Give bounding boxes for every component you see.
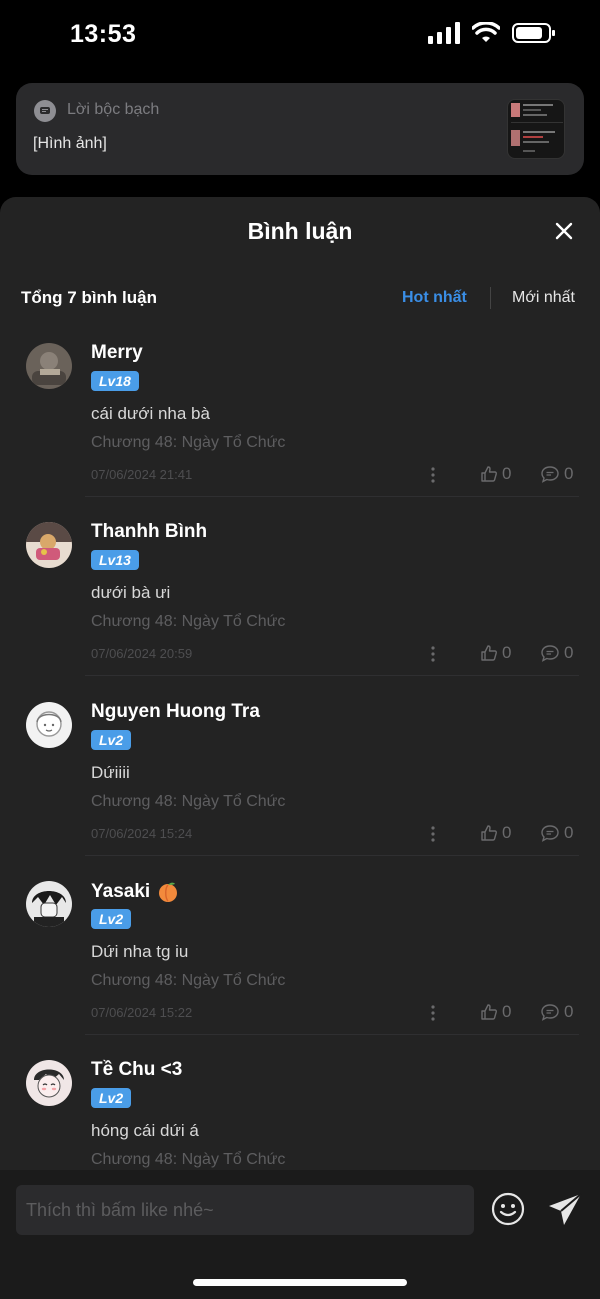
- like-button[interactable]: 0: [480, 464, 511, 484]
- like-button[interactable]: 0: [480, 1002, 511, 1022]
- comment-username[interactable]: Tề Chu <3: [91, 1059, 182, 1081]
- like-count: 0: [502, 464, 512, 483]
- comment-item: Merry Lv18 cái dưới nha bà Chương 48: Ng…: [0, 340, 600, 519]
- comment-divider: [85, 496, 579, 497]
- avatar[interactable]: [26, 1060, 72, 1107]
- send-icon[interactable]: [546, 1191, 584, 1229]
- comment-chapter[interactable]: Chương 48: Ngày Tổ Chức: [91, 793, 285, 811]
- comment-bubble-icon: [541, 824, 559, 842]
- more-options-icon[interactable]: [428, 824, 438, 844]
- comment-date: 07/06/2024 21:41: [91, 467, 193, 482]
- comment-username[interactable]: Thanhh Bình: [91, 521, 207, 543]
- comment-username[interactable]: Yasaki: [91, 880, 180, 904]
- comment-text: Dứi nha tg iu: [91, 941, 189, 961]
- thumbs-up-icon: [481, 1004, 497, 1020]
- level-badge: Lv2: [91, 908, 132, 929]
- reply-count: 0: [564, 643, 574, 663]
- reply-count: 0: [564, 822, 574, 842]
- chat-bubble-icon: [34, 100, 56, 122]
- avatar[interactable]: [26, 701, 72, 748]
- battery-icon: [512, 23, 555, 43]
- comment-text: dưới bà ưi: [91, 583, 171, 603]
- comment-item: Nguyen Huong Tra Lv2 Dứiiii Chương 48: N…: [0, 699, 600, 878]
- more-options-icon[interactable]: [428, 1003, 438, 1023]
- like-count: 0: [502, 1001, 512, 1021]
- comment-username[interactable]: Merry: [91, 342, 143, 364]
- avatar[interactable]: [26, 880, 72, 927]
- comment-bubble-icon: [541, 466, 559, 483]
- comment-bubble-icon: [541, 1004, 559, 1021]
- level-badge: Lv13: [91, 550, 139, 571]
- status-bar: 13:53: [0, 0, 600, 72]
- comment-divider: [85, 675, 579, 677]
- reply-button[interactable]: 0: [540, 643, 573, 663]
- notification-thumbnail: [507, 99, 565, 159]
- home-indicator: [193, 1279, 407, 1286]
- like-count: 0: [502, 643, 512, 663]
- thumbs-up-icon: [481, 824, 497, 841]
- wifi-icon: [472, 22, 500, 42]
- like-button[interactable]: 0: [480, 643, 511, 663]
- sort-newest-tab[interactable]: Mới nhất: [512, 289, 575, 307]
- like-button[interactable]: 0: [480, 823, 511, 843]
- comment-chapter[interactable]: Chương 48: Ngày Tổ Chức: [91, 434, 285, 452]
- close-icon[interactable]: [552, 219, 576, 243]
- notification-card[interactable]: Lời bộc bạch [Hình ảnh]: [16, 83, 584, 175]
- comment-divider: [85, 854, 579, 856]
- comments-sheet: Bình luận Tổng 7 bình luận Hot nhất Mới …: [0, 197, 600, 1299]
- cellular-signal-icon: [428, 22, 460, 44]
- sort-divider: [490, 287, 491, 309]
- reply-count: 0: [564, 1001, 574, 1021]
- comment-chapter[interactable]: Chương 48: Ngày Tổ Chức: [91, 613, 285, 631]
- avatar[interactable]: [26, 343, 72, 389]
- comment-list: Merry Lv18 cái dưới nha bà Chương 48: Ng…: [0, 340, 600, 1236]
- comment-item: Yasaki Lv2 Dứi nha tg iu Chương 48: Ngày…: [0, 878, 600, 1057]
- comment-chapter[interactable]: Chương 48: Ngày Tổ Chức: [91, 972, 285, 990]
- comment-text: cái dưới nha bà: [91, 404, 210, 423]
- reply-button[interactable]: 0: [540, 1002, 573, 1022]
- comment-text: Dứiiii: [91, 762, 130, 782]
- reply-button[interactable]: 0: [540, 823, 573, 843]
- comment-text: hóng cái dứi á: [91, 1121, 199, 1141]
- notification-body: [Hình ảnh]: [33, 135, 107, 152]
- comment-username-text: Yasaki: [91, 880, 151, 902]
- like-count: 0: [502, 822, 512, 842]
- avatar[interactable]: [26, 522, 72, 569]
- notification-app-name: Lời bộc bạch: [67, 101, 160, 118]
- status-time: 13:53: [70, 20, 137, 48]
- comment-divider: [85, 1033, 579, 1035]
- level-badge: Lv18: [91, 371, 139, 391]
- sort-hot-tab[interactable]: Hot nhất: [402, 289, 467, 307]
- comment-input[interactable]: [16, 1185, 474, 1235]
- comment-username[interactable]: Nguyen Huong Tra: [91, 701, 260, 723]
- comment-date: 07/06/2024 15:24: [91, 825, 193, 841]
- comment-input-bar: [0, 1170, 600, 1299]
- reply-button[interactable]: 0: [540, 464, 573, 484]
- peach-emoji-icon: [159, 882, 178, 902]
- comment-count: Tổng 7 bình luận: [21, 288, 157, 307]
- more-options-icon[interactable]: [428, 465, 438, 485]
- comment-date: 07/06/2024 15:22: [91, 1004, 193, 1020]
- comment-bubble-icon: [541, 645, 559, 663]
- level-badge: Lv2: [91, 729, 132, 750]
- emoji-icon[interactable]: [490, 1191, 526, 1227]
- comment-item: Thanhh Bình Lv13 dưới bà ưi Chương 48: N…: [0, 519, 600, 698]
- thumbs-up-icon: [481, 645, 497, 661]
- status-icons: [428, 22, 556, 44]
- reply-count: 0: [564, 464, 574, 483]
- level-badge: Lv2: [91, 1088, 132, 1109]
- thumbs-up-icon: [481, 466, 497, 482]
- more-options-icon[interactable]: [428, 644, 438, 664]
- comment-chapter[interactable]: Chương 48: Ngày Tổ Chức: [91, 1151, 285, 1169]
- comment-date: 07/06/2024 20:59: [91, 646, 193, 662]
- sheet-title: Bình luận: [247, 218, 353, 244]
